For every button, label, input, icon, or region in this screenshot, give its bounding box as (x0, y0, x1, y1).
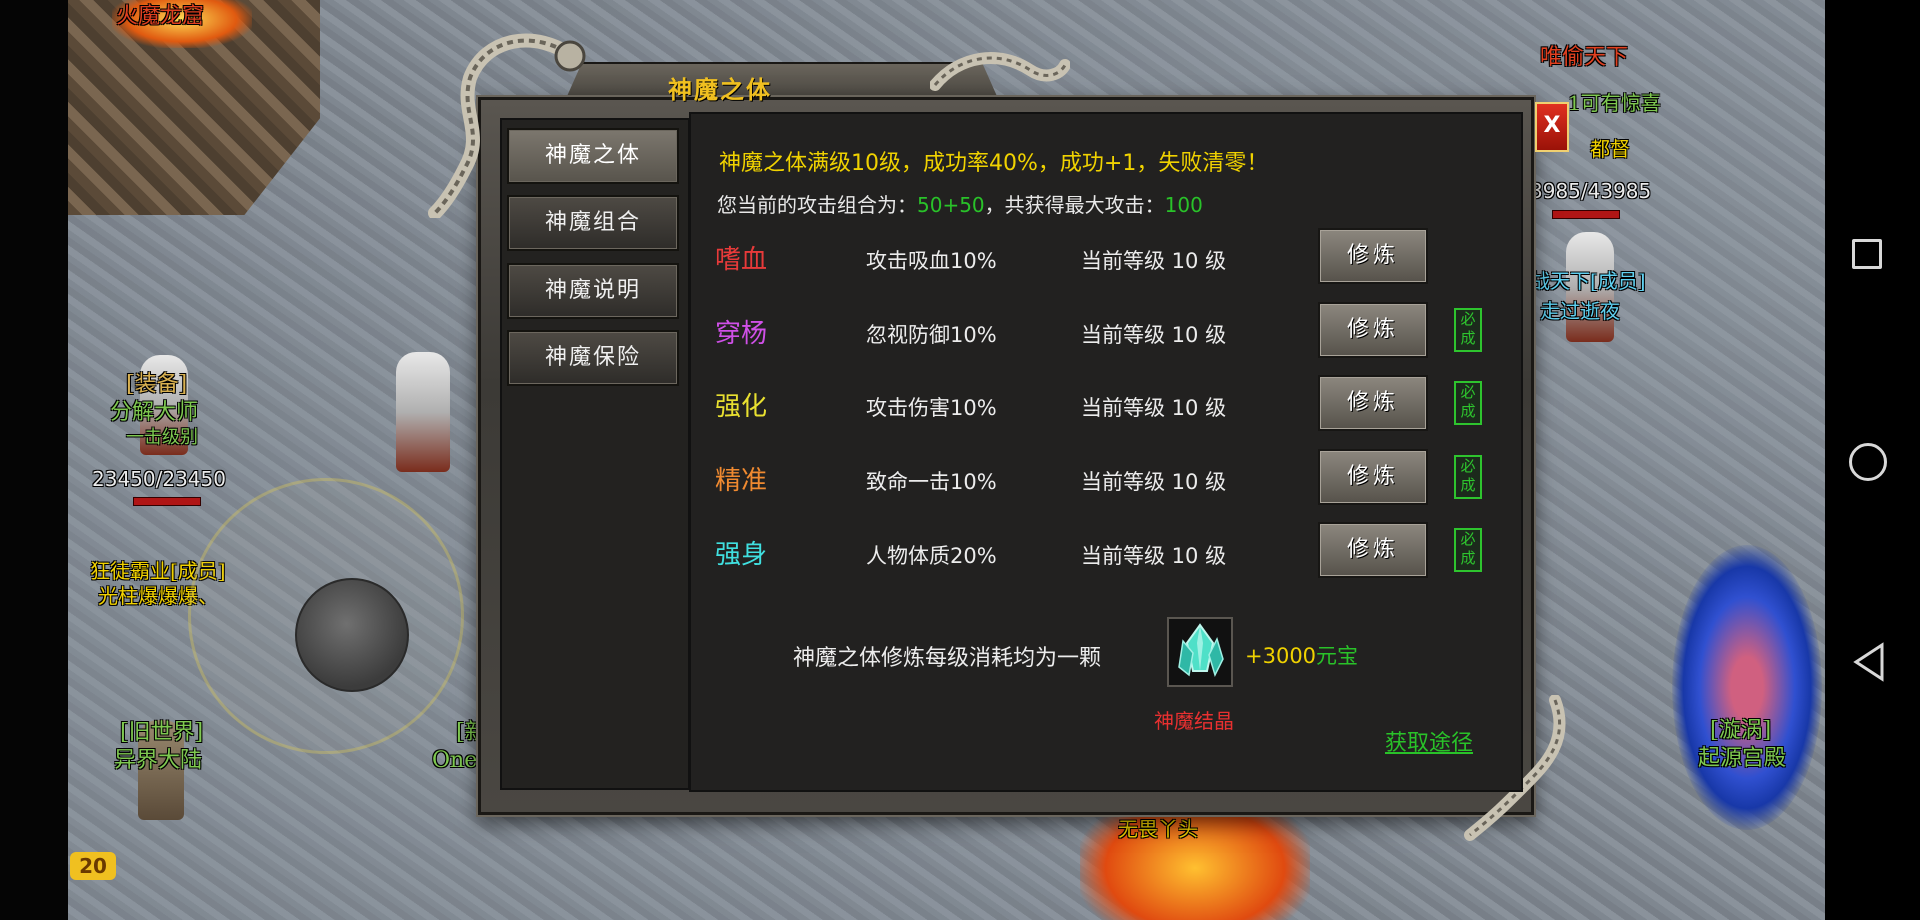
player-character[interactable] (396, 352, 450, 472)
attr-name: 精准 (715, 466, 768, 496)
attr-level: 当前等级 10 级 (1081, 396, 1227, 420)
tab-shenmo-combo[interactable]: 神魔组合 (507, 195, 679, 251)
attr-name: 穿杨 (715, 319, 768, 349)
dragon-ornament-top-icon (930, 52, 1070, 91)
left-bezel (0, 0, 68, 920)
obtain-method-link[interactable]: 获取途径 (1385, 725, 1473, 757)
attr-level: 当前等级 10 级 (1081, 470, 1227, 494)
portal-title: [漩涡] (1710, 718, 1772, 743)
player-rank: 都督 (1590, 137, 1630, 161)
npc-name-partial: One (432, 748, 478, 773)
attr-effect: 人物体质20% (866, 544, 997, 568)
joystick-knob[interactable] (295, 578, 409, 692)
tab-shenmo-insurance[interactable]: 神魔保险 (507, 330, 679, 386)
train-button[interactable]: 修炼 (1318, 228, 1428, 284)
guaranteed-success-badge[interactable]: 必成 (1454, 455, 1482, 499)
other-player-name: 走过逝夜 (1540, 299, 1620, 323)
tab-shenmo-body[interactable]: 神魔之体 (507, 128, 679, 184)
app-logo: 20 (70, 852, 116, 880)
max-attack-value: 100 (1164, 193, 1203, 217)
cost-currency: 元宝 (1316, 644, 1359, 668)
attr-level: 当前等级 10 级 (1081, 249, 1227, 273)
hp-readout-right: 3985/43985 (1530, 179, 1652, 203)
max-level-headline: 神魔之体满级10级，成功率40%，成功+1，失败清零！ (719, 151, 1269, 176)
close-button[interactable]: X (1535, 102, 1569, 152)
dialog-title: 神魔之体 (668, 75, 772, 104)
train-button[interactable]: 修炼 (1318, 375, 1428, 431)
other-player-guild: 战天下[成员] (1530, 269, 1646, 293)
bottom-player-name: 无畏丫头 (1118, 817, 1198, 841)
attr-effect: 忽视防御10% (866, 323, 997, 347)
tab-shenmo-info[interactable]: 神魔说明 (507, 263, 679, 319)
npc-name-old-world[interactable]: 异界大陆 (114, 748, 202, 774)
hp-bar-right (1552, 210, 1620, 219)
attr-level: 当前等级 10 级 (1081, 544, 1227, 568)
attack-combo-line: 您当前的攻击组合为：50+50，共获得最大攻击：100 (717, 189, 1203, 218)
attr-name: 强身 (715, 540, 768, 570)
attr-effect: 攻击伤害10% (866, 396, 997, 420)
map-area-label: 火魔龙窟 (116, 4, 205, 29)
combo-value: 50+50 (917, 193, 985, 217)
npc-title-old-world: [旧世界] (120, 720, 204, 745)
recents-icon[interactable] (1852, 239, 1882, 269)
guaranteed-success-badge[interactable]: 必成 (1454, 528, 1482, 572)
vortex-portal[interactable] (1672, 545, 1822, 830)
train-button[interactable]: 修炼 (1318, 302, 1428, 358)
guaranteed-success-badge[interactable]: 必成 (1454, 381, 1482, 425)
npc-subtitle: 一击级别 (126, 427, 198, 448)
train-button[interactable]: 修炼 (1318, 522, 1428, 578)
home-icon[interactable] (1849, 443, 1887, 481)
attr-effect: 攻击吸血10% (866, 249, 997, 273)
npc-name[interactable]: 分解大师 (110, 400, 198, 426)
cost-amount-value: +3000 (1245, 644, 1317, 668)
attr-level: 当前等级 10 级 (1081, 323, 1227, 347)
guild-line: 1可有惊喜 (1568, 91, 1661, 115)
combo-middle: ，共获得最大攻击： (984, 193, 1165, 217)
hp-bar (133, 497, 201, 506)
hp-readout: 23450/23450 (92, 467, 226, 491)
combo-prefix: 您当前的攻击组合为： (717, 193, 917, 217)
guild-banner: 唯偷天下 (1540, 45, 1629, 70)
npc-title: [装备] (126, 372, 188, 397)
portal-name[interactable]: 起源宫殿 (1698, 746, 1786, 772)
back-icon[interactable] (1852, 642, 1886, 682)
cost-amount: +3000元宝 (1245, 640, 1358, 670)
crystal-item-name: 神魔结晶 (1154, 709, 1234, 733)
crystal-item-slot[interactable] (1167, 617, 1233, 687)
train-button[interactable]: 修炼 (1318, 449, 1428, 505)
attr-name: 强化 (715, 392, 768, 422)
crystal-icon (1178, 623, 1224, 678)
attr-name: 嗜血 (715, 245, 768, 275)
attr-effect: 致命一击10% (866, 470, 997, 494)
guaranteed-success-badge[interactable]: 必成 (1454, 308, 1482, 352)
cost-description: 神魔之体修炼每级消耗均为一颗 (793, 646, 1102, 671)
